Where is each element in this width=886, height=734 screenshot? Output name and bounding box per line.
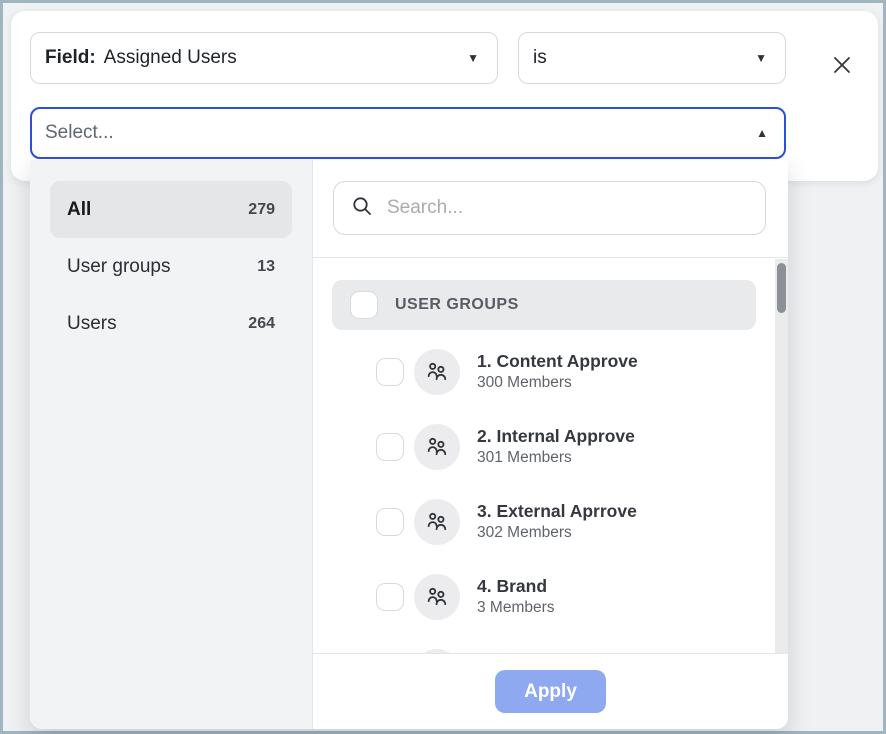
list-item[interactable]: 3. External Aprrove 302 Members	[376, 499, 756, 545]
search-box[interactable]	[333, 181, 766, 235]
avatar	[414, 649, 460, 653]
select-all-groups-checkbox[interactable]	[350, 291, 378, 319]
caret-down-icon: ▼	[467, 52, 479, 64]
avatar	[414, 574, 460, 620]
group-checkbox[interactable]	[376, 358, 404, 386]
category-all[interactable]: All 279	[50, 181, 292, 238]
operator-select-value: is	[533, 47, 547, 69]
avatar	[414, 499, 460, 545]
group-title: 1. Content Approve	[477, 350, 638, 374]
group-title: 4. Brand	[477, 575, 555, 599]
search-area	[313, 160, 788, 257]
users-group-icon	[424, 359, 450, 385]
group-text: 1. Content Approve 300 Members	[477, 350, 638, 395]
category-label: User groups	[67, 256, 171, 278]
category-label: All	[67, 199, 91, 221]
category-users[interactable]: Users 264	[50, 295, 292, 352]
close-icon	[830, 53, 854, 80]
list-item[interactable]: 4. Brand 3 Members	[376, 574, 756, 620]
results-scroll-area[interactable]: USER GROUPS 1. Content Approve 300 Membe…	[313, 258, 788, 653]
group-members: 300 Members	[477, 373, 638, 394]
group-text: 4. Brand 3 Members	[477, 575, 555, 620]
group-text: 3. External Aprrove 302 Members	[477, 500, 637, 545]
scrollbar-thumb[interactable]	[777, 263, 786, 313]
group-members: 301 Members	[477, 448, 635, 469]
scrollbar[interactable]	[775, 259, 788, 653]
group-text: 2. Internal Approve 301 Members	[477, 425, 635, 470]
users-group-icon	[424, 584, 450, 610]
category-count: 13	[257, 258, 275, 276]
category-panel: All 279 User groups 13 Users 264	[30, 160, 313, 729]
category-label: Users	[67, 313, 117, 335]
popover-footer: Apply	[313, 653, 788, 729]
value-select[interactable]: Select... ▲	[30, 107, 786, 159]
value-select-placeholder: Select...	[45, 122, 114, 144]
caret-down-icon: ▼	[755, 52, 767, 64]
group-title: 2. Internal Approve	[477, 425, 635, 449]
field-select[interactable]: Field: Assigned Users ▼	[30, 32, 498, 84]
select-dropdown-popover: All 279 User groups 13 Users 264	[30, 160, 788, 729]
field-select-label: Field:	[45, 47, 96, 69]
list-item[interactable]: 2. Internal Approve 301 Members	[376, 424, 756, 470]
search-icon	[350, 194, 374, 223]
list-item-partial	[376, 649, 756, 653]
operator-select[interactable]: is ▼	[518, 32, 786, 84]
group-checkbox[interactable]	[376, 583, 404, 611]
group-members: 3 Members	[477, 598, 555, 619]
category-count: 264	[248, 315, 275, 333]
avatar	[414, 349, 460, 395]
users-group-icon	[424, 509, 450, 535]
results-panel: USER GROUPS 1. Content Approve 300 Membe…	[313, 160, 788, 729]
group-members: 302 Members	[477, 523, 637, 544]
apply-button[interactable]: Apply	[495, 670, 606, 713]
close-filter-button[interactable]	[820, 44, 864, 88]
section-header-label: USER GROUPS	[395, 296, 519, 314]
field-select-value: Assigned Users	[104, 47, 237, 69]
group-title: 3. External Aprrove	[477, 500, 637, 524]
avatar	[414, 424, 460, 470]
category-user-groups[interactable]: User groups 13	[50, 238, 292, 295]
search-input[interactable]	[387, 197, 751, 219]
user-groups-section-header[interactable]: USER GROUPS	[332, 280, 756, 330]
category-count: 279	[248, 201, 275, 219]
users-group-icon	[424, 434, 450, 460]
results-list: USER GROUPS 1. Content Approve 300 Membe…	[313, 258, 774, 653]
caret-up-icon: ▲	[756, 127, 768, 139]
filter-card: Field: Assigned Users ▼ is ▼ Select... ▲	[11, 11, 878, 181]
group-checkbox[interactable]	[376, 433, 404, 461]
list-item[interactable]: 1. Content Approve 300 Members	[376, 349, 756, 395]
group-checkbox[interactable]	[376, 508, 404, 536]
